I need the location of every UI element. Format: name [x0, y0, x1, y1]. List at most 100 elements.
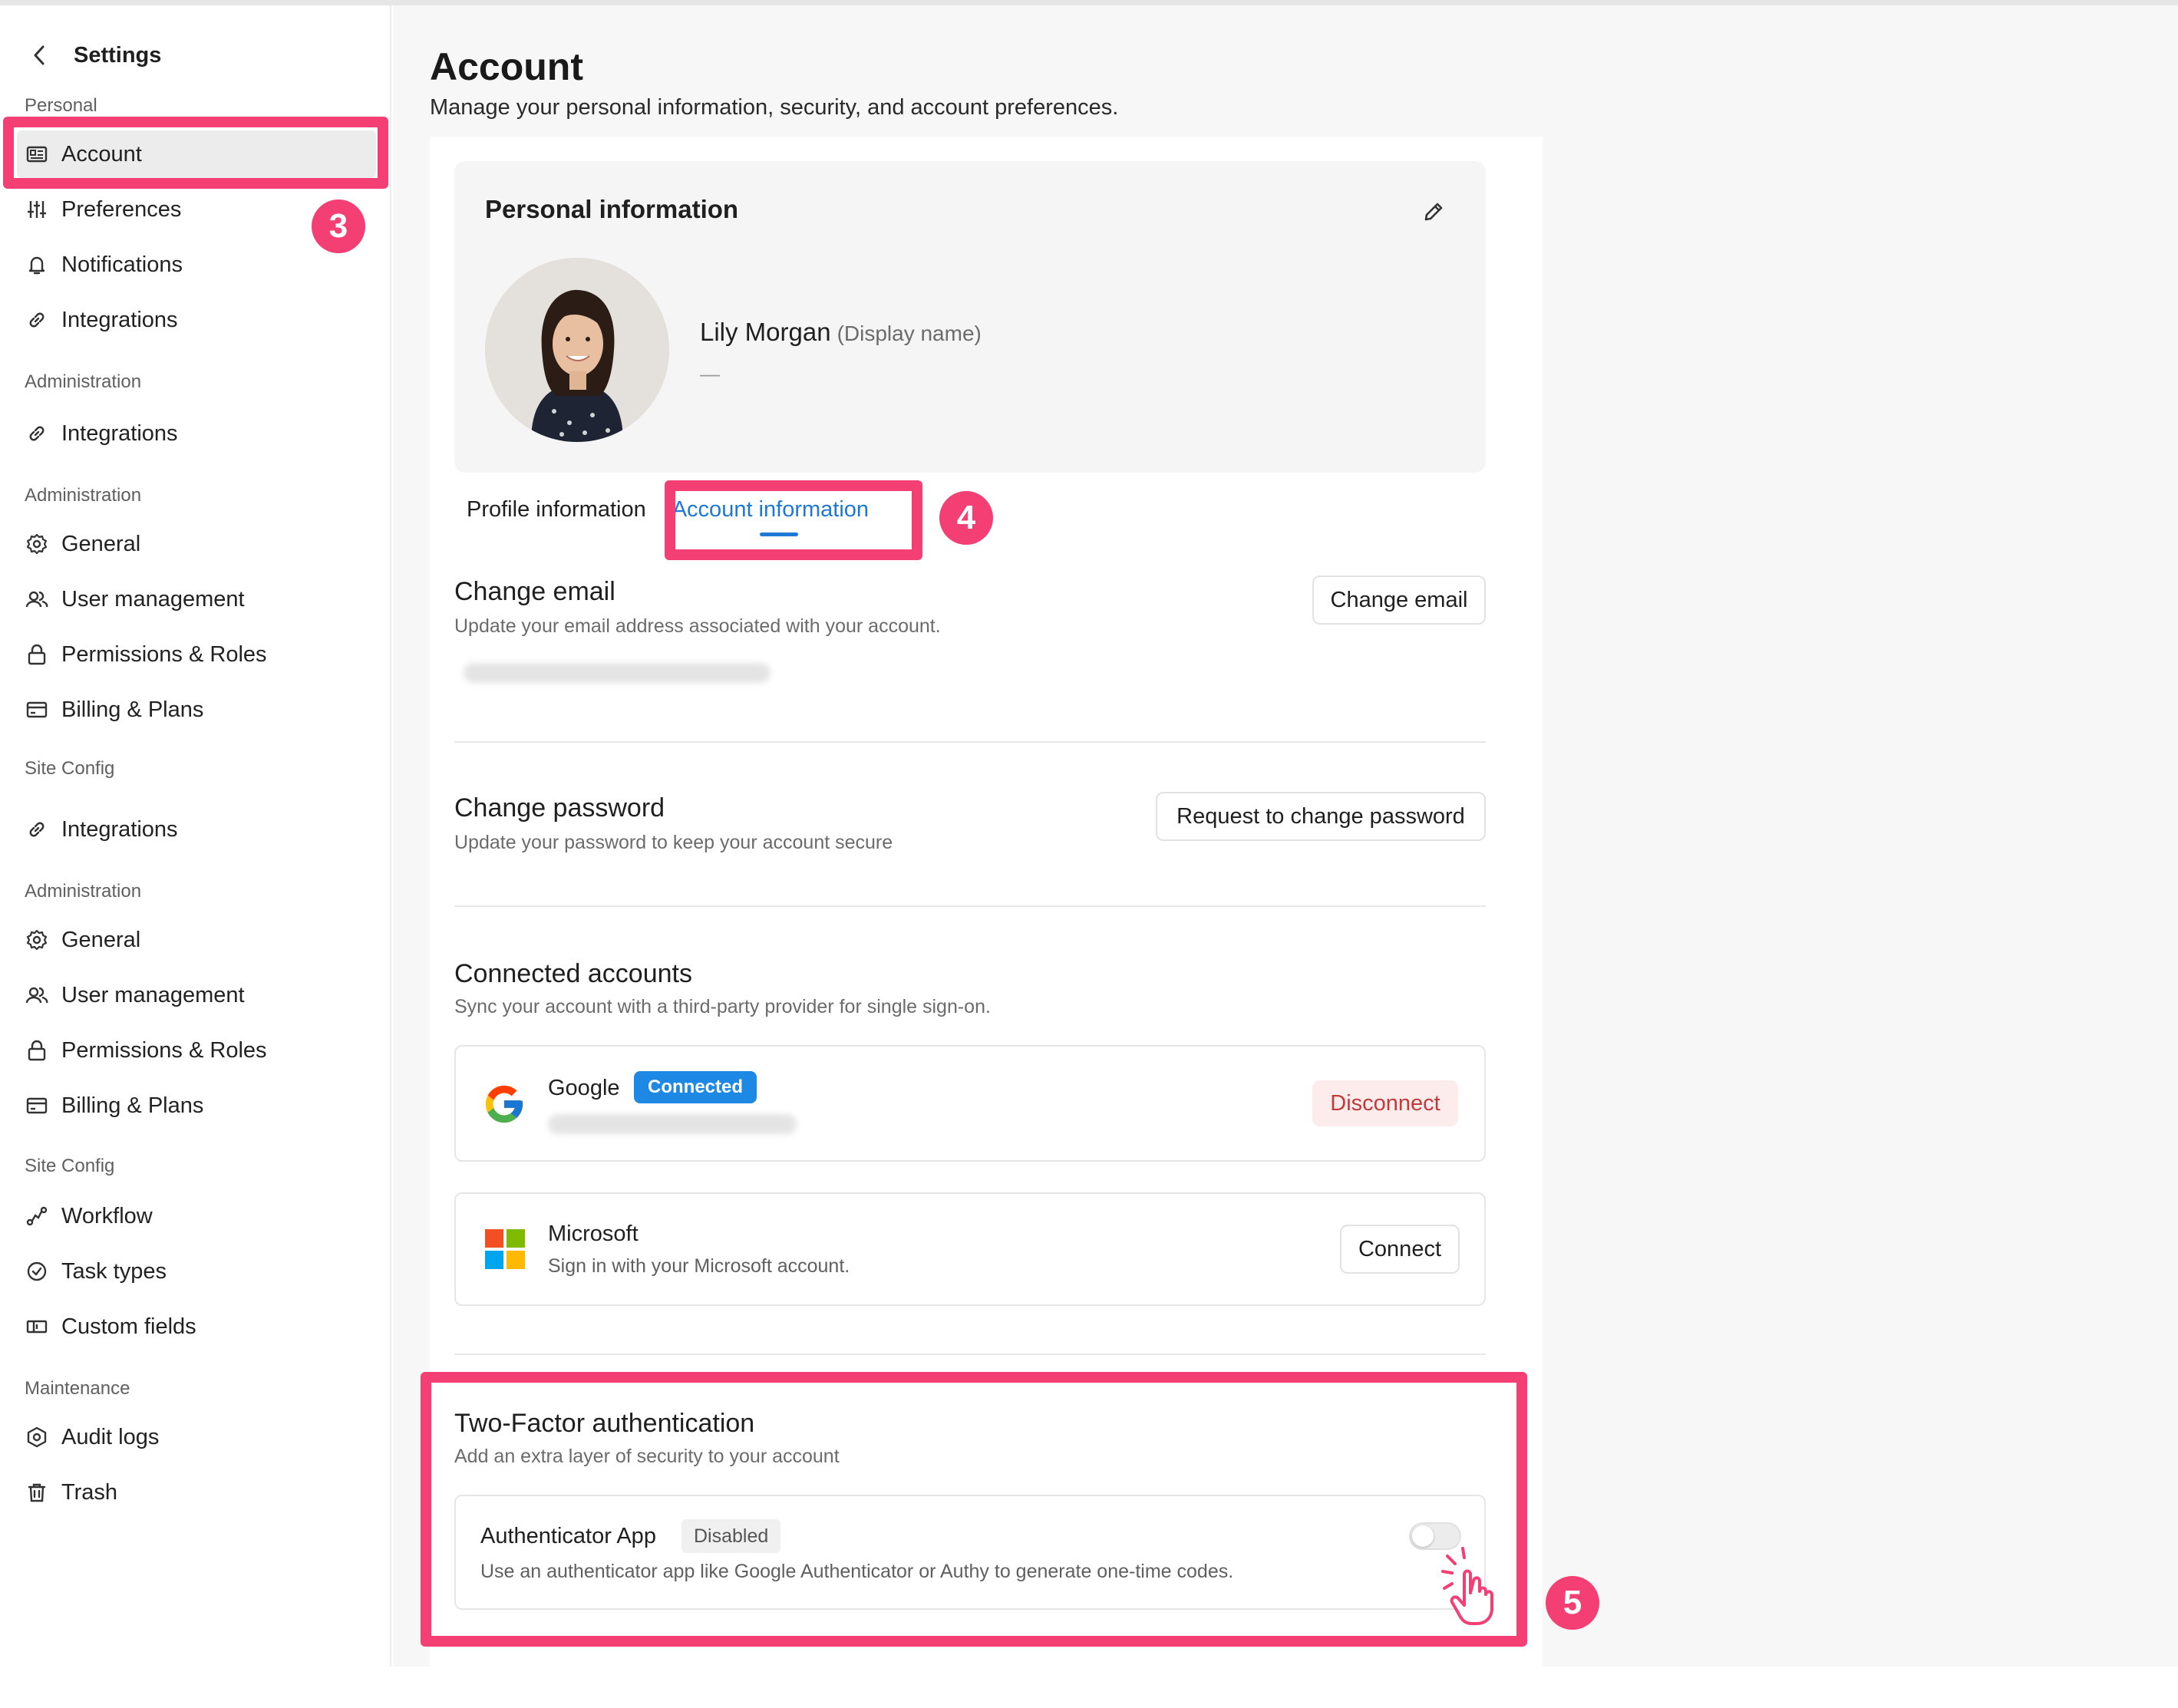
link-icon: [23, 306, 51, 334]
sidebar-item-general[interactable]: General: [23, 916, 376, 964]
link-icon: [23, 816, 51, 843]
sidebar-item-billing-plans[interactable]: Billing & Plans: [23, 1082, 376, 1129]
pencil-icon[interactable]: [1420, 198, 1447, 226]
microsoft-name: Microsoft: [548, 1222, 639, 1246]
sliders-icon: [23, 196, 51, 223]
google-logo-icon: [482, 1082, 526, 1126]
sidebar-item-label: Billing & Plans: [61, 1093, 204, 1118]
sidebar-item-integrations[interactable]: Integrations: [23, 806, 376, 853]
sidebar-header: Settings: [28, 36, 161, 74]
trash-icon: [23, 1479, 51, 1506]
sidebar-item-user-management[interactable]: User management: [23, 575, 376, 623]
microsoft-account-card: [454, 1192, 1486, 1306]
microsoft-desc: Sign in with your Microsoft account.: [548, 1255, 850, 1277]
section-label-maintenance: Maintenance: [25, 1378, 130, 1399]
step-marker-3: 3: [312, 199, 365, 253]
sidebar-item-label: Preferences: [61, 196, 182, 222]
change-email-button[interactable]: Change email: [1312, 575, 1486, 625]
sidebar-item-permissions-roles[interactable]: Permissions & Roles: [23, 631, 376, 678]
section-label-administration: Administration: [25, 485, 142, 506]
microsoft-logo-icon: [485, 1229, 525, 1269]
sidebar-item-label: Permissions & Roles: [61, 1037, 267, 1063]
sidebar-item-label: Task types: [61, 1258, 167, 1284]
credit-card-icon: [23, 696, 51, 724]
section-label-personal: Personal: [25, 95, 97, 116]
sidebar-item-label: Audit logs: [61, 1424, 160, 1449]
sidebar-item-custom-fields[interactable]: Custom fields: [23, 1303, 376, 1350]
sidebar-item-label: General: [61, 531, 141, 556]
workflow-icon: [23, 1202, 51, 1230]
highlight-box-two-factor: [421, 1372, 1527, 1647]
email-value-redacted: [464, 663, 771, 683]
divider: [454, 905, 1486, 907]
avatar: [485, 258, 669, 442]
sidebar-item-label: Trash: [61, 1479, 118, 1505]
users-icon: [23, 981, 51, 1009]
divider: [454, 741, 1486, 743]
section-label-site-config: Site Config: [25, 758, 115, 779]
connected-accounts-desc: Sync your account with a third-party pro…: [454, 996, 991, 1017]
step-marker-4: 4: [939, 491, 993, 545]
sidebar-item-integrations[interactable]: Integrations: [23, 296, 376, 344]
connected-accounts-title: Connected accounts: [454, 959, 692, 988]
divider: [454, 1354, 1486, 1355]
bell-icon: [23, 251, 51, 279]
sidebar-item-audit-logs[interactable]: Audit logs: [23, 1413, 376, 1461]
shield-icon: [23, 1423, 51, 1451]
google-name: Google: [548, 1076, 620, 1100]
back-chevron-icon[interactable]: [28, 44, 51, 67]
sidebar-item-label: Integrations: [61, 307, 178, 332]
change-email-title: Change email: [454, 577, 615, 606]
top-border: [0, 0, 2178, 5]
step-marker-5: 5: [1546, 1576, 1599, 1630]
change-password-title: Change password: [454, 793, 665, 823]
link-icon: [23, 420, 51, 447]
sidebar-item-label: User management: [61, 586, 245, 612]
highlight-box-account: [3, 117, 388, 189]
sidebar-item-label: General: [61, 927, 141, 952]
sidebar-item-task-types[interactable]: Task types: [23, 1248, 376, 1295]
sidebar-item-label: User management: [61, 982, 245, 1007]
secondary-placeholder: —: [700, 362, 720, 385]
section-label-administration: Administration: [25, 371, 142, 392]
section-label-administration: Administration: [25, 881, 142, 902]
request-change-password-button[interactable]: Request to change password: [1156, 792, 1486, 841]
sidebar-item-permissions-roles[interactable]: Permissions & Roles: [23, 1027, 376, 1074]
sidebar-item-label: Integrations: [61, 420, 178, 446]
sidebar-item-label: Permissions & Roles: [61, 641, 267, 667]
sidebar-item-label: Integrations: [61, 816, 178, 842]
check-circle-icon: [23, 1258, 51, 1285]
sidebar-item-workflow[interactable]: Workflow: [23, 1192, 376, 1240]
gear-icon: [23, 926, 51, 954]
section-label-site-config: Site Config: [25, 1156, 115, 1176]
display-name: Lily Morgan (Display name): [700, 318, 982, 347]
credit-card-icon: [23, 1092, 51, 1119]
change-password-desc: Update your password to keep your accoun…: [454, 832, 893, 853]
sidebar-item-integrations[interactable]: Integrations: [23, 410, 376, 457]
gear-icon: [23, 530, 51, 558]
lock-icon: [23, 641, 51, 668]
change-email-desc: Update your email address associated wit…: [454, 615, 941, 637]
sidebar-item-user-management[interactable]: User management: [23, 971, 376, 1019]
highlight-box-account-information-tab: [665, 480, 922, 560]
page-subtitle: Manage your personal information, securi…: [430, 95, 1119, 120]
sidebar-item-billing-plans[interactable]: Billing & Plans: [23, 686, 376, 734]
personal-info-title: Personal information: [485, 195, 739, 223]
fields-icon: [23, 1313, 51, 1340]
page-title: Account: [430, 45, 583, 88]
sidebar-item-label: Custom fields: [61, 1314, 196, 1339]
sidebar-item-label: Notifications: [61, 252, 183, 277]
google-email-redacted: [548, 1114, 797, 1134]
sidebar-item-general[interactable]: General: [23, 520, 376, 568]
disconnect-button[interactable]: Disconnect: [1312, 1080, 1458, 1126]
display-name-hint: (Display name): [837, 321, 982, 345]
user-name: Lily Morgan: [700, 318, 831, 346]
sidebar-title: Settings: [74, 42, 162, 68]
sidebar-item-label: Workflow: [61, 1203, 153, 1228]
sidebar-item-label: Billing & Plans: [61, 697, 204, 722]
connected-badge: Connected: [634, 1071, 757, 1103]
tab-profile-information[interactable]: Profile information: [467, 497, 646, 536]
sidebar-item-trash[interactable]: Trash: [23, 1469, 376, 1516]
users-icon: [23, 585, 51, 613]
connect-microsoft-button[interactable]: Connect: [1340, 1225, 1460, 1274]
